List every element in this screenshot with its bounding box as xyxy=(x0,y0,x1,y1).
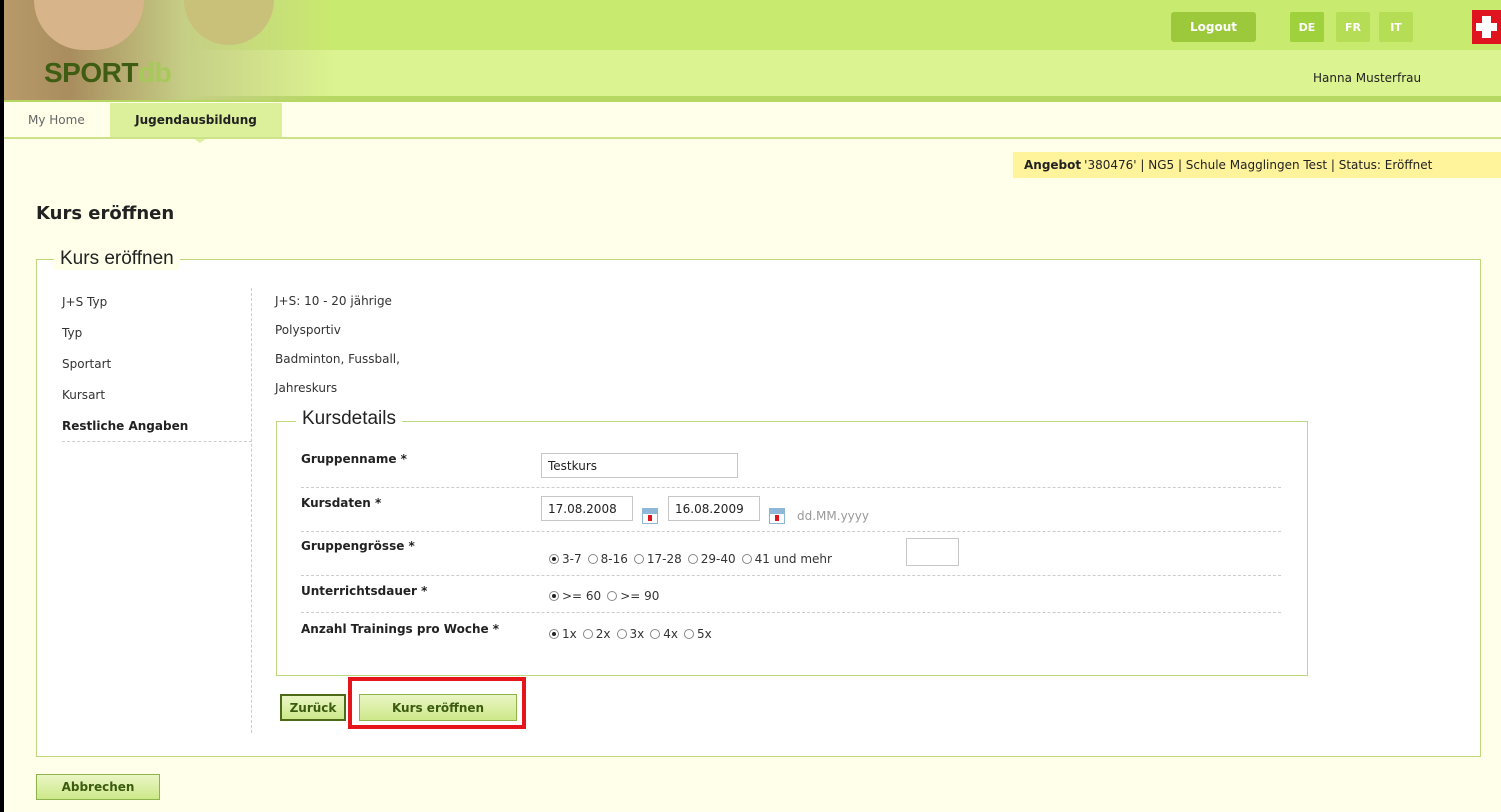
steps-divider-line xyxy=(251,288,252,733)
gruppengroesse-label: Gruppengrösse * xyxy=(301,539,415,553)
gruppengroesse-option[interactable]: 41 und mehr xyxy=(741,552,832,566)
trainings-radio-group: 1x 2x 3x 4x 5x xyxy=(549,627,712,641)
wizard-legend: Kurs eröffnen xyxy=(54,248,180,270)
step-kursart: Kursart xyxy=(62,387,106,402)
app-header: SPORTdb xyxy=(4,0,1501,102)
tab-my-home[interactable]: My Home xyxy=(28,103,85,137)
unterrichtsdauer-option[interactable]: >= 90 xyxy=(607,589,659,603)
trainings-option[interactable]: 5x xyxy=(684,627,712,641)
window-border xyxy=(0,0,4,812)
offer-details: '380476' | NG5 | Schule Magglingen Test … xyxy=(1084,158,1433,172)
trainings-option[interactable]: 4x xyxy=(650,627,678,641)
gruppengroesse-option[interactable]: 8-16 xyxy=(587,552,628,566)
user-name: Hanna Musterfrau xyxy=(1313,71,1422,85)
step-divider xyxy=(62,441,252,442)
calendar-from-icon[interactable] xyxy=(642,508,658,524)
highlight-box xyxy=(348,677,526,729)
summary-sportart: Badminton, Fussball, xyxy=(275,351,400,366)
offer-info-bar: Angebot '380476' | NG5 | Schule Maggling… xyxy=(1013,152,1501,178)
unterrichtsdauer-radio-group: >= 60 >= 90 xyxy=(549,589,659,603)
wizard-steps: J+S Typ Typ Sportart Kursart Restliche A… xyxy=(62,286,252,442)
date-format-hint: dd.MM.yyyy xyxy=(797,509,869,523)
kursdetails-legend: Kursdetails xyxy=(296,408,402,430)
gruppengroesse-option[interactable]: 17-28 xyxy=(633,552,682,566)
language-fr-button[interactable]: FR xyxy=(1336,12,1370,42)
step-restliche-angaben: Restliche Angaben xyxy=(62,418,189,433)
nav-divider xyxy=(4,137,1501,139)
kursdaten-from-input[interactable]: 17.08.2008 xyxy=(541,496,633,521)
step-js-typ: J+S Typ xyxy=(62,294,108,309)
logout-button[interactable]: Logout xyxy=(1171,12,1256,42)
kursdetails-fieldset xyxy=(276,421,1308,676)
step-sportart: Sportart xyxy=(62,356,112,371)
gruppenname-label: Gruppenname * xyxy=(301,452,407,466)
gruppengroesse-option[interactable]: 3-7 xyxy=(549,552,582,566)
page-title: Kurs eröffnen xyxy=(36,203,175,224)
back-button[interactable]: Zurück xyxy=(280,694,346,721)
gruppenname-input[interactable]: Testkurs xyxy=(541,453,738,478)
language-de-button[interactable]: DE xyxy=(1290,12,1324,42)
language-it-button[interactable]: IT xyxy=(1379,12,1413,42)
sportdb-logo[interactable]: SPORTdb xyxy=(44,57,172,89)
summary-typ: Polysportiv xyxy=(275,322,341,337)
trainings-option[interactable]: 2x xyxy=(582,627,611,641)
offer-label: Angebot xyxy=(1024,158,1082,172)
summary-js-typ: J+S: 10 - 20 jährige xyxy=(275,293,392,308)
trainings-option[interactable]: 3x xyxy=(616,627,644,641)
unterrichtsdauer-option[interactable]: >= 60 xyxy=(549,589,601,603)
step-typ: Typ xyxy=(62,325,83,340)
cancel-button[interactable]: Abbrechen xyxy=(36,774,160,800)
main-nav: My Home Jugendausbildung xyxy=(4,103,1501,143)
trainings-label: Anzahl Trainings pro Woche * xyxy=(301,622,500,636)
tab-jugendausbildung[interactable]: Jugendausbildung xyxy=(110,103,282,137)
trainings-option[interactable]: 1x xyxy=(549,627,577,641)
swiss-cross-icon xyxy=(1472,10,1501,44)
wizard-summary: J+S: 10 - 20 jährige Polysportiv Badmint… xyxy=(275,286,400,402)
summary-kursart: Jahreskurs xyxy=(275,380,338,395)
unterrichtsdauer-label: Unterrichtsdauer * xyxy=(301,584,428,598)
gruppengroesse-radio-group: 3-7 8-16 17-28 29-40 41 und mehr xyxy=(549,552,832,566)
gruppengroesse-custom-input[interactable] xyxy=(906,538,959,566)
gruppengroesse-option[interactable]: 29-40 xyxy=(687,552,736,566)
kursdaten-label: Kursdaten * xyxy=(301,496,382,510)
kursdaten-to-input[interactable]: 16.08.2009 xyxy=(668,496,760,521)
calendar-to-icon[interactable] xyxy=(769,508,785,524)
